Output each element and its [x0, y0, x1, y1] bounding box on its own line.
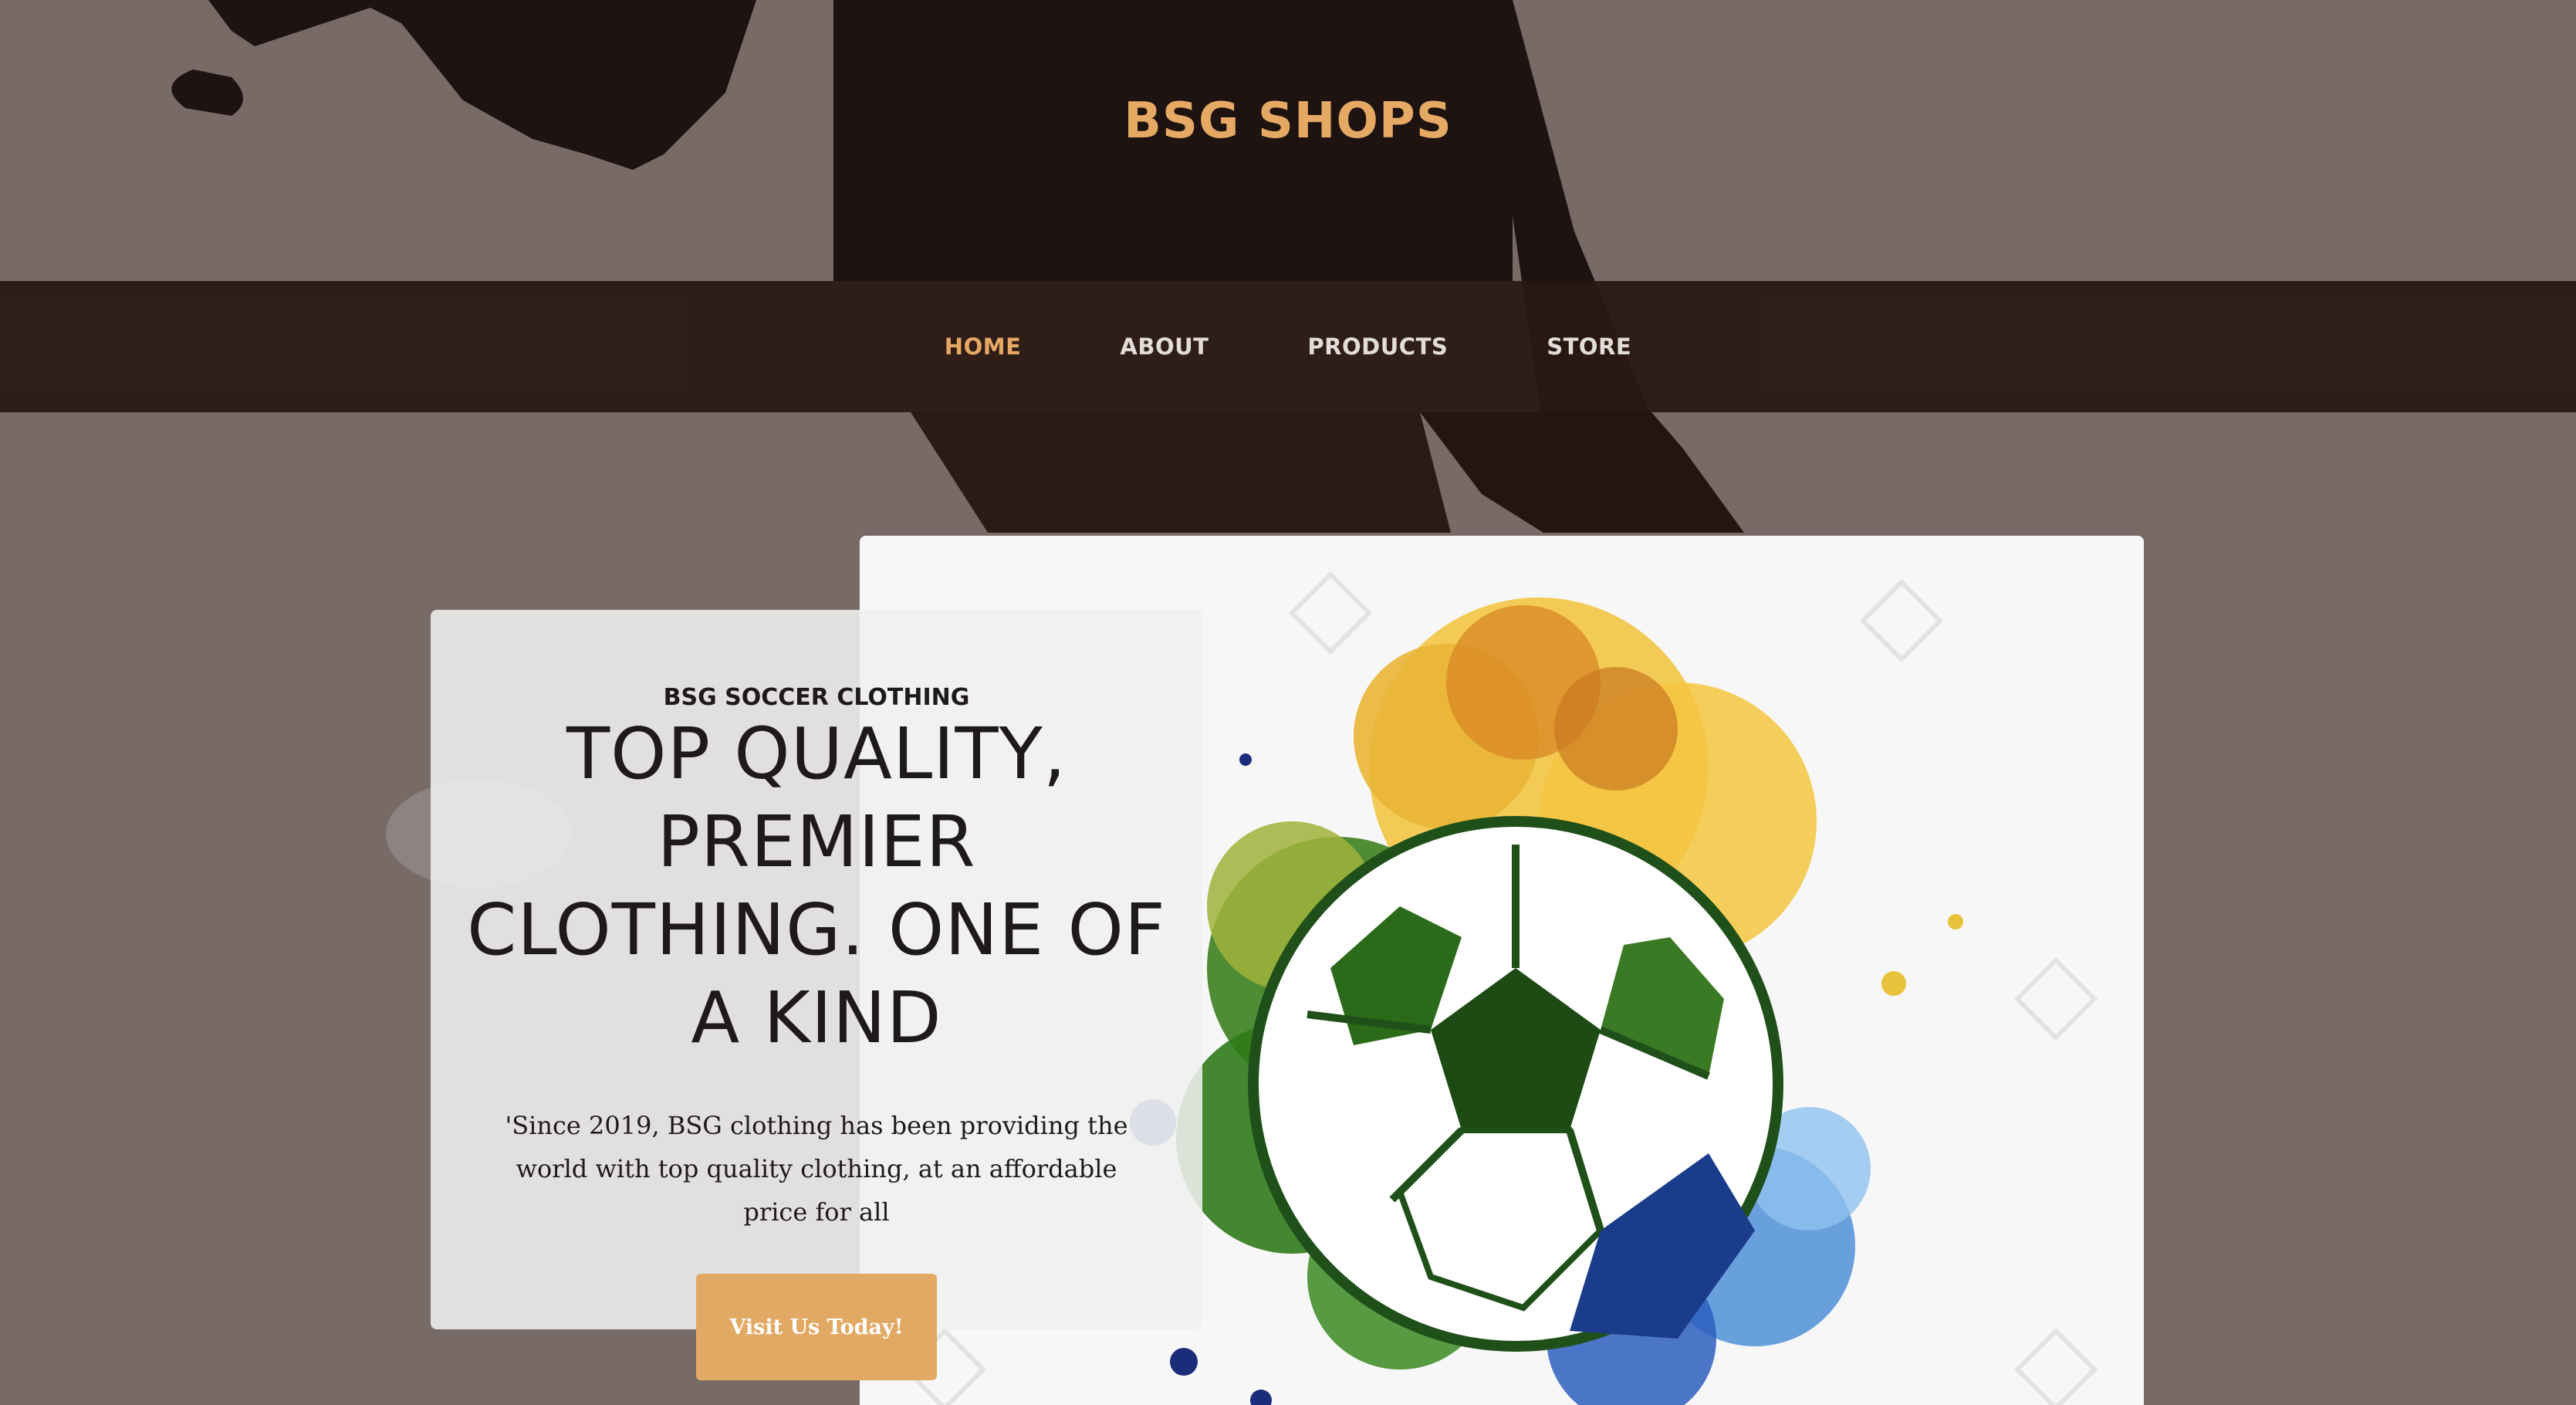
main-navbar: HOME ABOUT PRODUCTS STORE	[0, 281, 2576, 412]
nav-item-products[interactable]: PRODUCTS	[1307, 333, 1448, 360]
intro-card: BSG SOCCER CLOTHING TOP QUALITY, PREMIER…	[431, 610, 1202, 1329]
site-title[interactable]: BSG SHOPS	[0, 93, 2576, 150]
visit-us-button[interactable]: Visit Us Today!	[696, 1274, 937, 1380]
nav-item-store[interactable]: STORE	[1547, 333, 1631, 360]
intro-body: 'Since 2019, BSG clothing has been provi…	[505, 1111, 1128, 1227]
intro-headline: TOP QUALITY, PREMIER CLOTHING. ONE OF A …	[467, 713, 1166, 1059]
nav-item-home[interactable]: HOME	[945, 333, 1022, 360]
nav-item-about[interactable]: ABOUT	[1120, 333, 1209, 360]
intro-kicker: BSG SOCCER CLOTHING	[663, 684, 970, 711]
soccer-ball-icon	[1248, 816, 1783, 1352]
